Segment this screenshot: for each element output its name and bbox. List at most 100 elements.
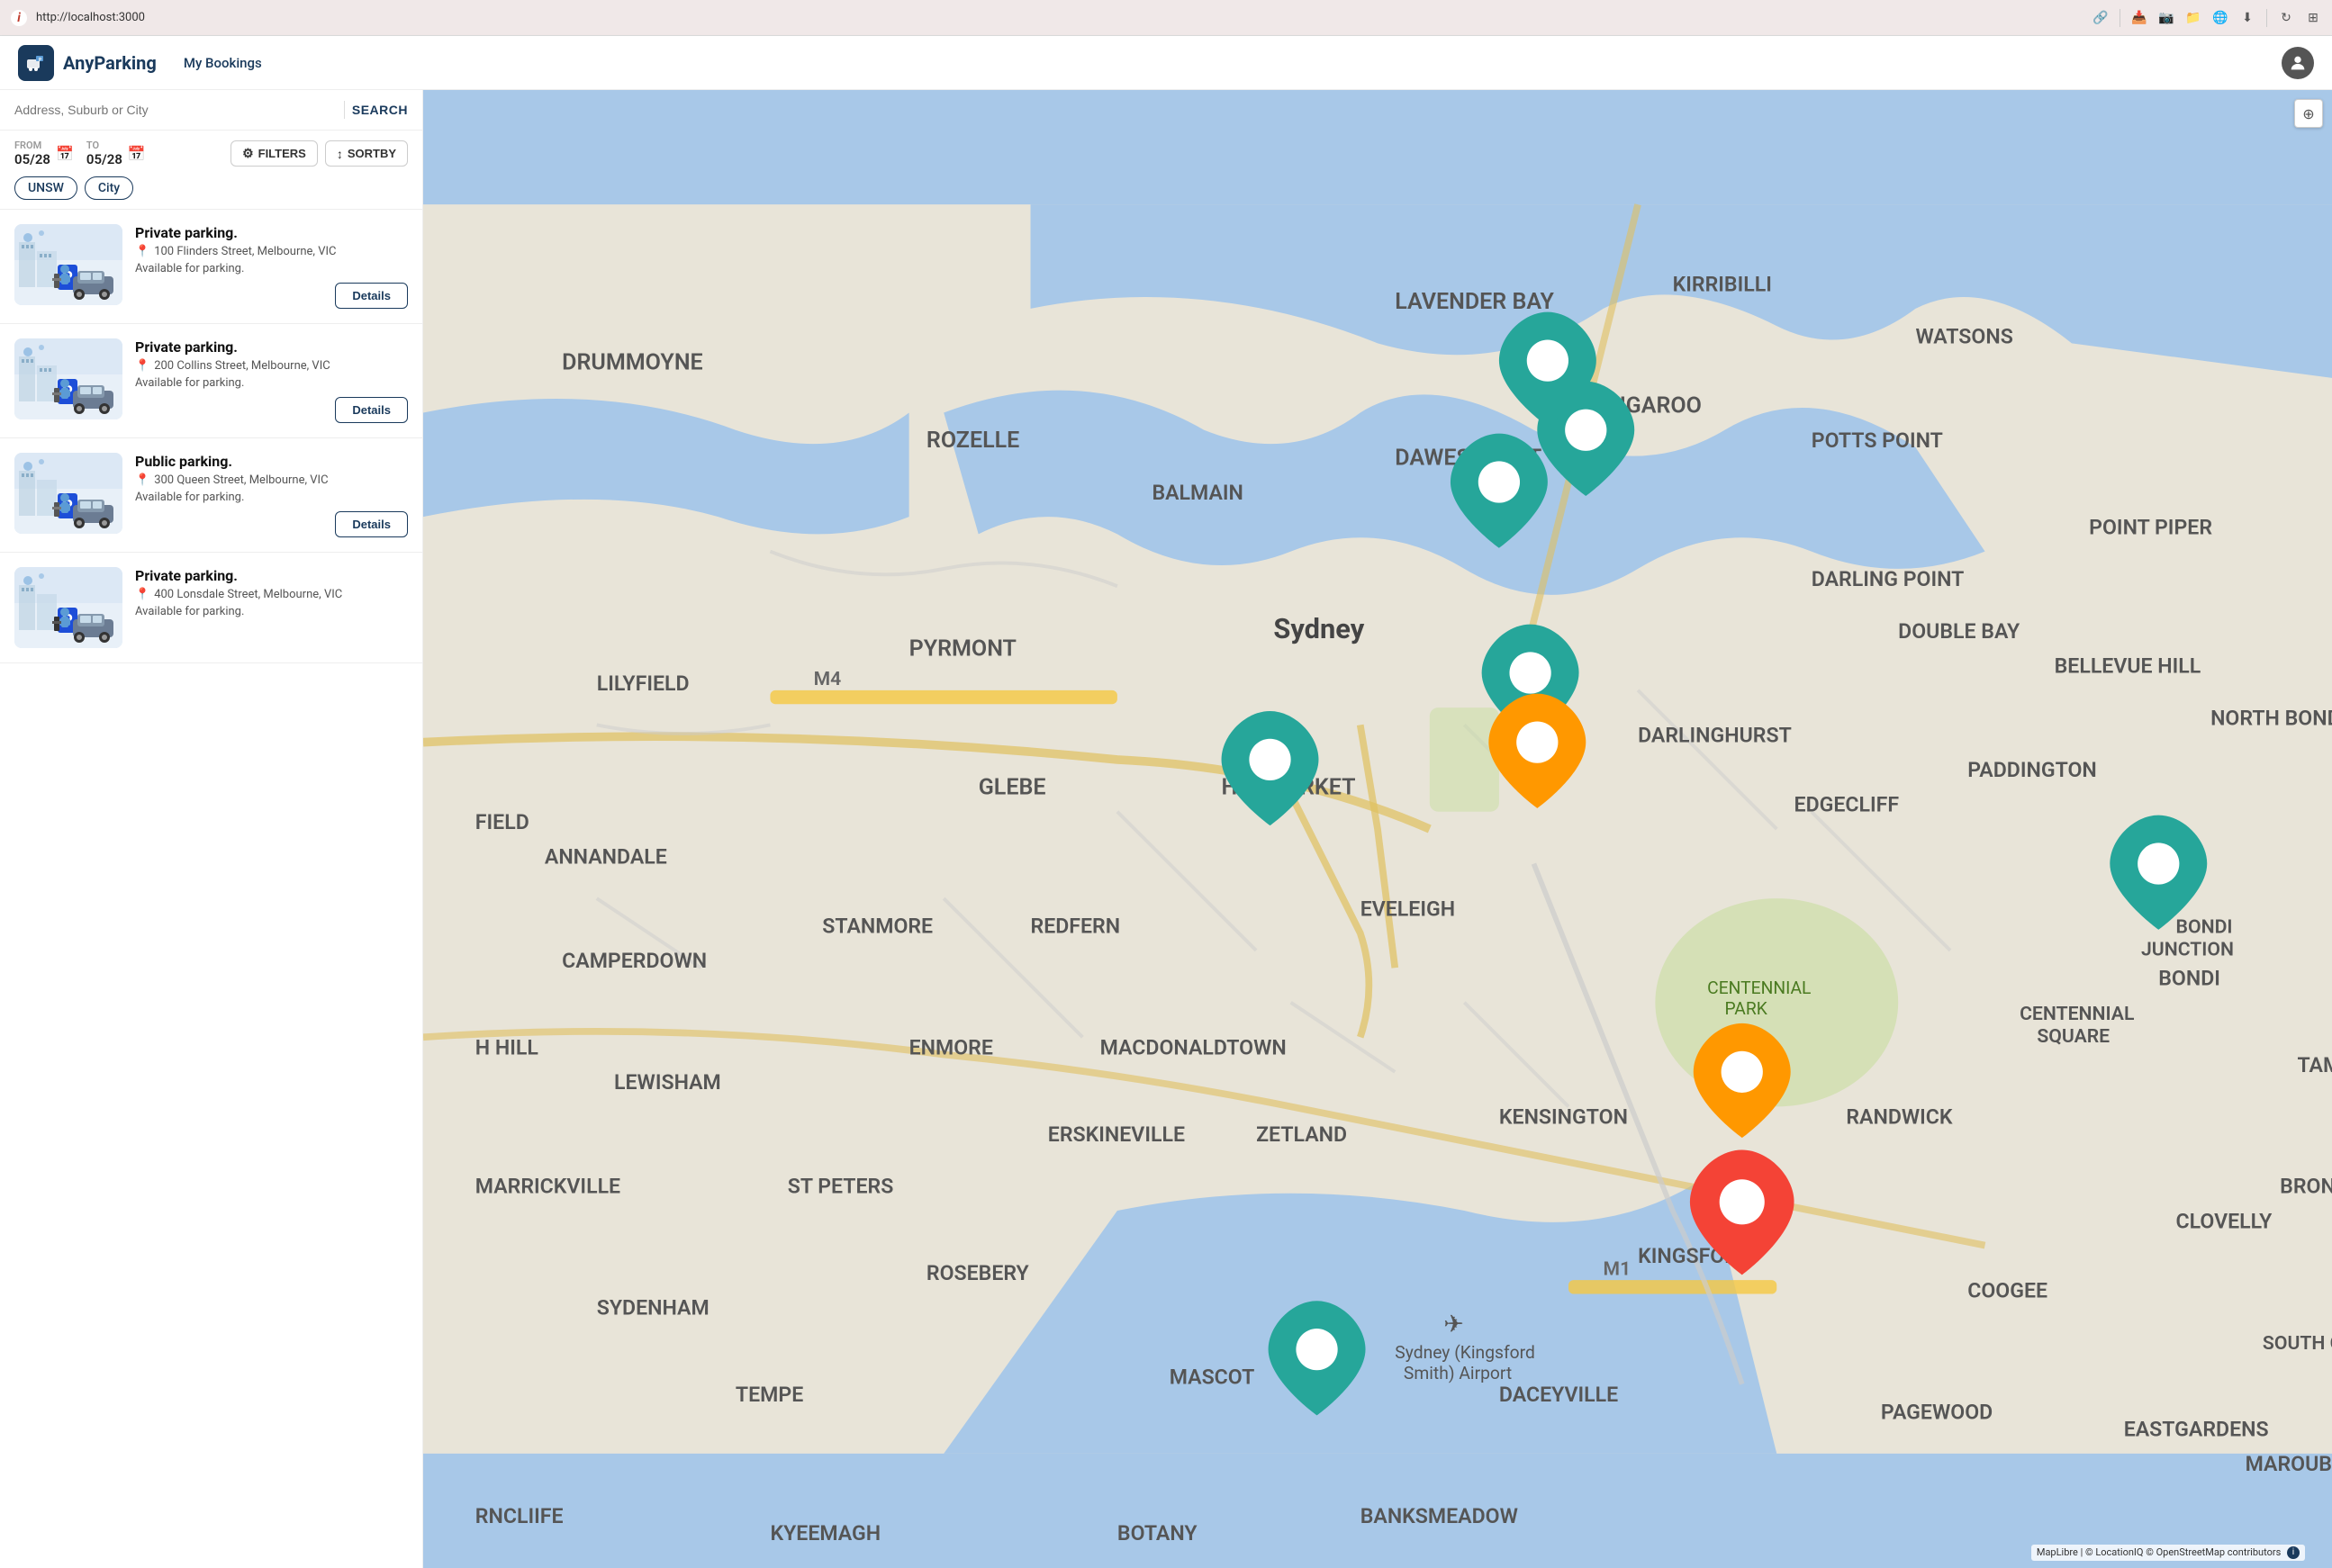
- svg-text:TEMPE: TEMPE: [736, 1383, 803, 1407]
- link-icon[interactable]: 🔗: [2092, 10, 2109, 26]
- parking-image: P: [14, 453, 122, 534]
- svg-text:Sydney: Sydney: [1273, 612, 1364, 645]
- from-label: From: [14, 140, 50, 151]
- parking-item[interactable]: P: [0, 553, 422, 663]
- globe-icon[interactable]: 🌐: [2212, 10, 2228, 26]
- folder-icon[interactable]: 📁: [2185, 10, 2201, 26]
- browser-info-icon: i: [11, 10, 27, 26]
- tag-unsw[interactable]: UNSW: [14, 176, 77, 200]
- svg-text:ENMORE: ENMORE: [909, 1036, 993, 1060]
- refresh-icon[interactable]: ↻: [2278, 10, 2294, 26]
- browser-toolbar: 🔗 📥 📷 📁 🌐 ⬇ ↻ ⊞: [2092, 9, 2321, 27]
- filters-label: FILTERS: [258, 147, 306, 160]
- search-input[interactable]: [14, 103, 337, 117]
- map-controls: ⊕: [2294, 99, 2323, 128]
- svg-text:MARRICKVILLE: MARRICKVILLE: [475, 1175, 620, 1199]
- parking-address: 📍 100 Flinders Street, Melbourne, VIC: [135, 245, 408, 258]
- to-value[interactable]: 05/28: [86, 151, 122, 167]
- parking-info: Public parking. 📍 300 Queen Street, Melb…: [135, 453, 408, 537]
- svg-text:PARK: PARK: [1724, 998, 1767, 1019]
- left-panel: SEARCH From 05/28 📅 To 05/2: [0, 90, 423, 1568]
- filter-buttons: ⚙ FILTERS ↕ SORTBY: [230, 140, 408, 167]
- parking-item[interactable]: P: [0, 210, 422, 324]
- svg-text:FIELD: FIELD: [475, 810, 529, 834]
- map-area[interactable]: M4 M1: [423, 90, 2332, 1568]
- attribution-text: MapLibre | © LocationIQ © OpenStreetMap …: [2037, 1546, 2281, 1558]
- parking-address: 📍 400 Lonsdale Street, Melbourne, VIC: [135, 588, 408, 601]
- svg-text:EASTGARDENS: EASTGARDENS: [2124, 1418, 2269, 1442]
- filters-button[interactable]: ⚙ FILTERS: [230, 140, 318, 167]
- svg-text:ZETLAND: ZETLAND: [1256, 1122, 1347, 1147]
- location-icon: 📍: [135, 473, 149, 487]
- from-value[interactable]: 05/28: [14, 151, 50, 167]
- svg-text:ST PETERS: ST PETERS: [788, 1175, 894, 1199]
- parking-status: Available for parking.: [135, 262, 408, 275]
- filter-icon: ⚙: [242, 146, 254, 161]
- parking-title: Private parking.: [135, 338, 408, 356]
- map-attribution: MapLibre | © LocationIQ © OpenStreetMap …: [2031, 1545, 2305, 1561]
- details-button[interactable]: Details: [335, 511, 408, 537]
- svg-text:M4: M4: [814, 668, 842, 690]
- svg-text:BALMAIN: BALMAIN: [1152, 481, 1243, 505]
- info-icon: i: [2287, 1546, 2300, 1559]
- svg-text:DRUMMOYNE: DRUMMOYNE: [562, 349, 702, 375]
- address-text: 400 Lonsdale Street, Melbourne, VIC: [154, 588, 342, 601]
- svg-text:NORTH BONDI: NORTH BONDI: [2210, 706, 2332, 730]
- parking-title: Private parking.: [135, 224, 408, 241]
- svg-text:PAGEWOOD: PAGEWOOD: [1881, 1400, 1993, 1424]
- sortby-label: SORTBY: [348, 147, 396, 160]
- svg-text:ROZELLE: ROZELLE: [926, 428, 1019, 454]
- svg-text:ERSKINEVILLE: ERSKINEVILLE: [1048, 1122, 1185, 1147]
- grid-icon[interactable]: ⊞: [2305, 10, 2321, 26]
- search-divider: [344, 101, 345, 119]
- download-icon[interactable]: ⬇: [2239, 10, 2255, 26]
- svg-text:BONDI: BONDI: [2158, 966, 2220, 990]
- svg-text:CENTENNIAL: CENTENNIAL: [1707, 978, 1811, 998]
- crosshair-button[interactable]: ⊕: [2294, 99, 2323, 128]
- svg-text:M1: M1: [1604, 1257, 1631, 1280]
- search-button[interactable]: SEARCH: [352, 103, 408, 117]
- parking-address: 📍 300 Queen Street, Melbourne, VIC: [135, 473, 408, 487]
- details-button[interactable]: Details: [335, 397, 408, 423]
- date-section: From 05/28 📅 To 05/28 📅: [14, 140, 146, 167]
- inbox-icon[interactable]: 📥: [2131, 10, 2147, 26]
- search-section: SEARCH: [0, 90, 422, 131]
- camera-icon[interactable]: 📷: [2158, 10, 2174, 26]
- svg-text:RNCLIIFE: RNCLIIFE: [475, 1504, 564, 1528]
- svg-text:CENTENNIAL: CENTENNIAL: [2020, 1003, 2134, 1025]
- svg-text:JUNCTION: JUNCTION: [2141, 939, 2234, 961]
- to-calendar-icon[interactable]: 📅: [128, 145, 146, 162]
- parking-title: Public parking.: [135, 453, 408, 470]
- svg-text:WATSONS: WATSONS: [1915, 324, 2012, 348]
- parking-title: Private parking.: [135, 567, 408, 584]
- tags-row: UNSW City: [14, 176, 408, 200]
- details-button[interactable]: Details: [335, 283, 408, 309]
- from-calendar-icon[interactable]: 📅: [56, 145, 74, 162]
- parking-item[interactable]: P: [0, 438, 422, 553]
- parking-status: Available for parking.: [135, 605, 408, 618]
- svg-text:DOUBLE BAY: DOUBLE BAY: [1898, 619, 2020, 644]
- location-icon: 📍: [135, 359, 149, 373]
- sortby-button[interactable]: ↕ SORTBY: [325, 140, 408, 167]
- nav-my-bookings[interactable]: My Bookings: [184, 55, 262, 71]
- filter-section: From 05/28 📅 To 05/28 📅: [0, 131, 422, 210]
- browser-url-bar[interactable]: http://localhost:3000: [36, 11, 2083, 24]
- svg-text:POTTS POINT: POTTS POINT: [1812, 428, 1943, 453]
- main-layout: SEARCH From 05/28 📅 To 05/2: [0, 90, 2332, 1568]
- to-label: To: [86, 140, 122, 151]
- browser-bar: i http://localhost:3000 🔗 📥 📷 📁 🌐 ⬇ ↻ ⊞: [0, 0, 2332, 36]
- app-name: AnyParking: [63, 52, 157, 74]
- svg-text:LEWISHAM: LEWISHAM: [614, 1070, 721, 1095]
- svg-text:TAMARAMA: TAMARAMA: [2297, 1053, 2332, 1077]
- svg-text:REDFERN: REDFERN: [1031, 915, 1121, 939]
- svg-text:LILYFIELD: LILYFIELD: [597, 671, 690, 696]
- svg-text:Smith) Airport: Smith) Airport: [1404, 1363, 1512, 1383]
- parking-status: Available for parking.: [135, 491, 408, 504]
- svg-text:POINT PIPER: POINT PIPER: [2089, 515, 2212, 539]
- tag-city[interactable]: City: [85, 176, 133, 200]
- user-avatar[interactable]: [2282, 47, 2314, 79]
- sort-icon: ↕: [337, 147, 343, 161]
- parking-item[interactable]: P: [0, 324, 422, 438]
- svg-text:PYRMONT: PYRMONT: [909, 635, 1017, 662]
- date-row: From 05/28 📅 To 05/28 📅: [14, 140, 408, 167]
